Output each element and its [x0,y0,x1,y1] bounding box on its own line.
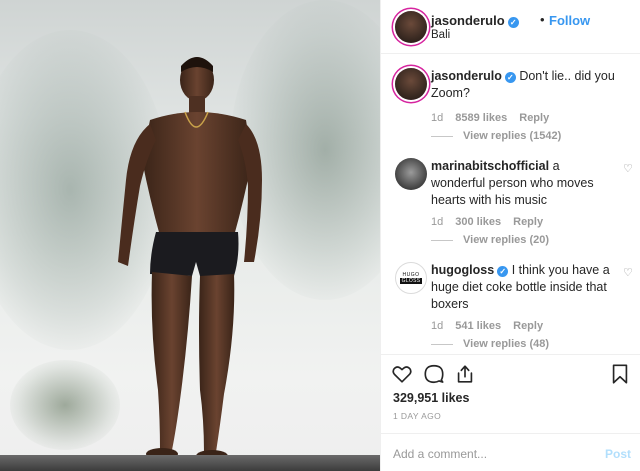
pool-ledge [0,455,380,471]
post-side-panel: jasonderulo ✓ • Follow Bali jasonderulo ✓ … [380,0,640,471]
comment-meta: 1d 300 likes Reply [431,216,555,228]
post-timestamp[interactable]: 1 DAY AGO [393,411,441,421]
comment-like-heart-icon[interactable]: ♡ [623,268,634,279]
comment-meta: 1d 8589 likes Reply [431,112,561,124]
post-location[interactable]: Bali [431,29,450,41]
comment-icon[interactable] [423,363,445,385]
reply-button[interactable]: Reply [513,320,543,332]
reply-button[interactable]: Reply [513,216,543,228]
comment-text: hugogloss ✓ I think you have a huge diet … [431,262,617,313]
avatar-logo-text-bottom: GLOSS [399,278,423,284]
view-replies-label[interactable]: View replies (20) [463,234,549,246]
post-actions: 329,951 likes 1 DAY AGO Post [381,354,640,471]
comment-avatar[interactable]: HUGO GLOSS [395,262,427,294]
post-comment-button[interactable]: Post [605,447,631,461]
comment-text: marinabitschofficial a wonderful person … [431,158,617,209]
verified-badge-icon: ✓ [507,17,519,28]
comment-likes[interactable]: 8589 likes [455,112,507,124]
comment-avatar[interactable] [395,158,427,190]
comments-list[interactable]: jasonderulo ✓ Don't lie.. did you Zoom? 1… [381,54,640,354]
author-avatar[interactable] [395,11,427,43]
comment-like-heart-icon[interactable]: ♡ [623,164,634,175]
post-header: jasonderulo ✓ • Follow Bali [381,0,640,54]
view-replies-label[interactable]: View replies (48) [463,338,549,350]
view-replies-button[interactable]: View replies (1542) [431,130,561,142]
comment-age[interactable]: 1d [431,112,443,124]
reply-button[interactable]: Reply [519,112,549,124]
comment-username[interactable]: jasonderulo [431,69,502,83]
comment-avatar[interactable] [395,68,427,100]
view-replies-button[interactable]: View replies (20) [431,234,549,246]
comment-age[interactable]: 1d [431,320,443,332]
bookmark-icon[interactable] [609,363,631,385]
post-photo[interactable] [0,0,380,471]
comment-input[interactable] [393,444,593,464]
heart-icon[interactable] [391,363,413,385]
follow-button[interactable]: Follow [549,13,590,28]
comment-likes[interactable]: 300 likes [455,216,501,228]
comment-username[interactable]: hugogloss [431,263,494,277]
comment-username[interactable]: marinabitschofficial [431,159,549,173]
likes-count[interactable]: 329,951 likes [393,391,469,405]
comment-meta: 1d 541 likes Reply [431,320,555,332]
add-comment-bar: Post [381,433,640,471]
verified-badge-icon: ✓ [497,266,509,277]
replies-line [431,135,453,137]
replies-line [431,239,453,241]
comment-age[interactable]: 1d [431,216,443,228]
replies-line [431,343,453,345]
author-username-text[interactable]: jasonderulo [431,13,505,28]
verified-badge-icon: ✓ [504,72,516,83]
man-figure [118,57,262,462]
view-replies-label[interactable]: View replies (1542) [463,130,561,142]
comment-text: jasonderulo ✓ Don't lie.. did you Zoom? [431,68,617,102]
separator-dot: • [540,12,545,27]
author-username[interactable]: jasonderulo ✓ [431,13,519,28]
share-icon[interactable] [454,363,476,385]
comment-likes[interactable]: 541 likes [455,320,501,332]
view-replies-button[interactable]: View replies (48) [431,338,549,350]
